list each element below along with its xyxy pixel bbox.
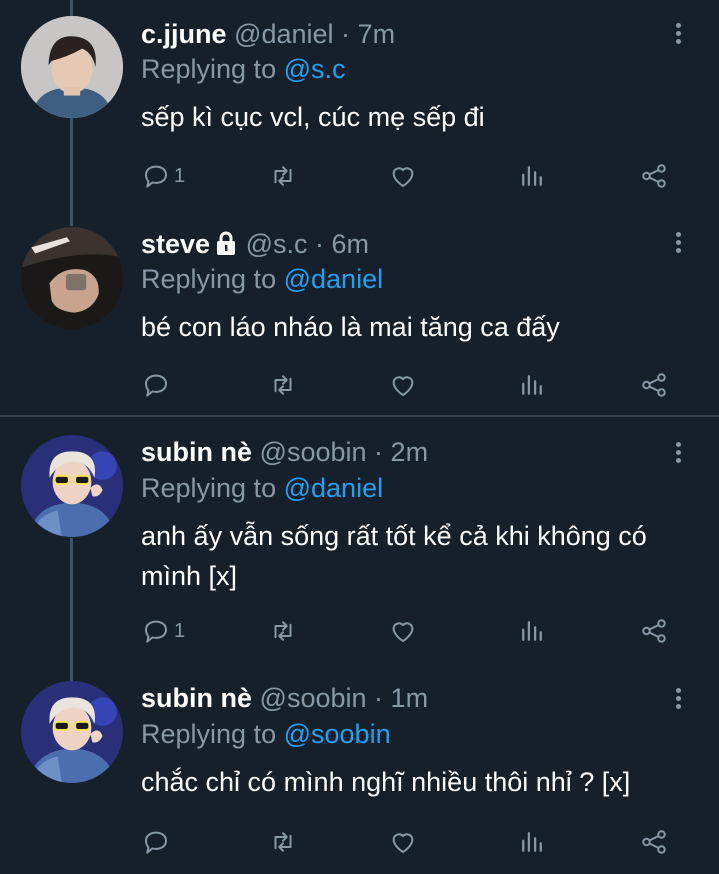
separator-dot: · — [374, 683, 384, 713]
reply-button[interactable]: 1 — [141, 158, 185, 194]
person-photo-avatar-icon — [21, 16, 123, 118]
reply-mention-link[interactable]: @daniel — [284, 473, 383, 503]
tweet[interactable]: subin nè @soobin · 1m Replying to @soobi… — [0, 667, 719, 874]
separator-dot: · — [341, 19, 351, 49]
display-name[interactable]: steve — [141, 229, 210, 259]
reply-icon — [145, 831, 167, 854]
heart-icon — [392, 376, 414, 396]
retweet-icon — [274, 832, 292, 852]
reply-icon — [145, 620, 167, 643]
reply-button[interactable] — [141, 824, 174, 860]
tweet-text: anh ấy vẫn sống rất tốt kể cả khi không … — [141, 521, 647, 591]
reply-button[interactable]: 1 — [141, 613, 185, 649]
retweet-icon — [274, 166, 292, 186]
share-button[interactable] — [639, 613, 669, 649]
retweet-icon — [274, 375, 292, 395]
tweet-actions: 1 — [141, 613, 681, 649]
tweet[interactable]: steve @s.c · 6m Replying to @daniel bé c… — [0, 215, 719, 415]
reply-mention-link[interactable]: @soobin — [284, 719, 391, 749]
avatar[interactable] — [21, 227, 123, 329]
share-button[interactable] — [639, 824, 669, 860]
share-button[interactable] — [639, 367, 669, 403]
like-button[interactable] — [388, 613, 418, 649]
tweet-text: bé con láo nháo là mai tăng ca đấy — [141, 312, 560, 342]
retweet-button[interactable] — [268, 824, 298, 860]
share-icon — [642, 619, 666, 643]
reply-count: 1 — [174, 164, 186, 187]
more-options-icon[interactable] — [668, 685, 688, 715]
reply-icon — [145, 165, 167, 188]
reply-count: 1 — [174, 619, 186, 642]
share-button[interactable] — [639, 158, 669, 194]
hand-photo-avatar-icon — [21, 227, 123, 329]
separator-dot: · — [374, 437, 384, 467]
retweet-icon — [274, 621, 292, 641]
timestamp[interactable]: 7m — [358, 19, 396, 49]
tweet-actions — [141, 824, 681, 860]
like-button[interactable] — [388, 158, 418, 194]
tweet-actions — [141, 367, 681, 403]
more-options-icon[interactable] — [668, 20, 688, 50]
reply-mention-link[interactable]: @daniel — [284, 264, 383, 294]
more-options-icon[interactable] — [668, 229, 688, 259]
retweet-button[interactable] — [268, 613, 298, 649]
display-name[interactable]: subin nè — [141, 437, 252, 467]
separator-dot: · — [315, 229, 325, 259]
reply-button[interactable] — [141, 367, 174, 403]
person-sunglasses-avatar-icon — [21, 681, 123, 783]
heart-icon — [392, 167, 414, 187]
timestamp[interactable]: 2m — [391, 437, 429, 467]
like-button[interactable] — [388, 367, 418, 403]
heart-icon — [392, 833, 414, 853]
replying-to-label: Replying to — [141, 264, 277, 294]
heart-icon — [392, 622, 414, 642]
more-options-icon[interactable] — [668, 439, 688, 469]
analytics-icon — [522, 375, 542, 395]
analytics-icon — [522, 621, 542, 641]
analytics-button[interactable] — [517, 613, 547, 649]
analytics-button[interactable] — [517, 158, 547, 194]
replying-to-label: Replying to — [141, 473, 277, 503]
retweet-button[interactable] — [268, 367, 298, 403]
reply-mention-link[interactable]: @s.c — [284, 54, 346, 84]
analytics-icon — [522, 832, 542, 852]
avatar[interactable] — [21, 681, 123, 783]
protected-lock-icon — [214, 230, 238, 264]
analytics-icon — [522, 166, 542, 186]
handle[interactable]: @soobin — [260, 437, 367, 467]
handle[interactable]: @soobin — [260, 683, 367, 713]
tweet-text: sếp kì cục vcl, cúc mẹ sếp đi — [141, 102, 485, 132]
person-sunglasses-avatar-icon — [21, 435, 123, 537]
share-icon — [642, 830, 666, 854]
analytics-button[interactable] — [517, 824, 547, 860]
share-icon — [642, 164, 666, 188]
replying-to-label: Replying to — [141, 54, 277, 84]
tweet[interactable]: subin nè @soobin · 2m Replying to @danie… — [0, 417, 719, 667]
handle[interactable]: @s.c — [246, 229, 308, 259]
display-name[interactable]: subin nè — [141, 683, 252, 713]
display-name[interactable]: c.jjune — [141, 19, 227, 49]
tweet[interactable]: c.jjune @daniel · 7m Replying to @s.c sế… — [0, 0, 719, 215]
analytics-button[interactable] — [517, 367, 547, 403]
tweet-text: chắc chỉ có mình nghĩ nhiều thôi nhỉ ? [… — [141, 767, 631, 797]
avatar[interactable] — [21, 16, 123, 118]
reply-icon — [145, 374, 167, 397]
handle[interactable]: @daniel — [234, 19, 333, 49]
retweet-button[interactable] — [268, 158, 298, 194]
timestamp[interactable]: 1m — [391, 683, 429, 713]
share-icon — [642, 373, 666, 397]
avatar[interactable] — [21, 435, 123, 537]
replying-to-label: Replying to — [141, 719, 277, 749]
like-button[interactable] — [388, 824, 418, 860]
timestamp[interactable]: 6m — [332, 229, 370, 259]
tweet-actions: 1 — [141, 158, 681, 194]
